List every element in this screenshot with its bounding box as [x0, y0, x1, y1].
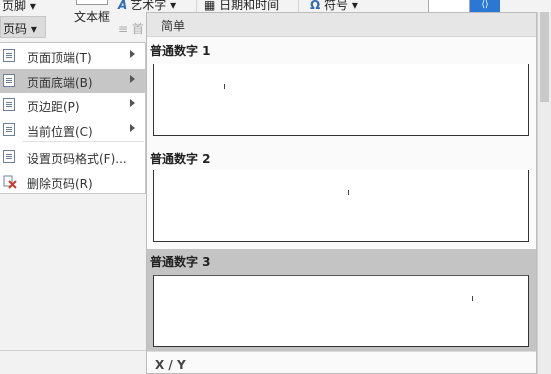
- textbox-button[interactable]: 文本框: [74, 8, 110, 25]
- menu-item-page-bottom[interactable]: 页面底端(B): [0, 69, 145, 93]
- menu-divider: [22, 141, 144, 142]
- calendar-icon: ▦: [204, 0, 216, 12]
- textbox-icon: [76, 0, 108, 5]
- footer-preview: [153, 170, 529, 242]
- gallery-header: 简单: [147, 13, 536, 37]
- format-page-number-icon: [3, 150, 15, 163]
- menu-item-page-top[interactable]: 页面顶端(T): [0, 44, 145, 68]
- submenu-arrow-icon: [130, 75, 135, 83]
- footer-preview: [153, 64, 529, 136]
- menu-item-delete-page-number[interactable]: 删除页码(R): [0, 170, 145, 194]
- gallery-header-label: 简单: [161, 19, 186, 33]
- art-text-icon: A: [118, 0, 128, 12]
- document-area: [0, 194, 146, 374]
- gallery-divider: [147, 351, 536, 352]
- date-time-label: 日期和时间: [219, 0, 280, 12]
- current-position-icon: [3, 123, 15, 136]
- menu-item-label: 页面顶端(T): [27, 51, 92, 65]
- page-number-gallery: 简单 普通数字 1 普通数字 2 普通数字 3 X / Y: [146, 12, 537, 374]
- scrollbar-thumb[interactable]: [540, 12, 549, 102]
- menu-item-label: 删除页码(R): [27, 177, 93, 191]
- footer-label: 页脚: [2, 0, 27, 13]
- gallery-option-label: 普通数字 2: [150, 152, 211, 166]
- symbol-label: 符号: [324, 0, 349, 12]
- page-bottom-icon: [3, 74, 15, 87]
- drop-cap-button[interactable]: ≡ 首: [118, 20, 144, 37]
- page-number-button[interactable]: 页码 ▾: [0, 16, 46, 38]
- omega-icon: Ω: [310, 0, 321, 12]
- submenu-arrow-icon: [130, 50, 135, 58]
- page-number-label: 页码: [3, 22, 28, 36]
- menu-item-label: 页边距(P): [27, 100, 80, 114]
- gallery-option-label: 普通数字 3: [150, 255, 211, 269]
- textbox-label: 文本框: [74, 10, 111, 24]
- menu-item-label: 当前位置(C): [27, 125, 93, 139]
- gallery-option-plain-number-1[interactable]: 普通数字 1: [147, 38, 536, 144]
- page-margin-icon: [3, 98, 15, 111]
- delete-page-number-icon: [3, 175, 17, 189]
- art-text-label: 艺术字: [130, 0, 167, 12]
- status-divider: [0, 350, 146, 351]
- submenu-arrow-icon: [130, 124, 135, 132]
- menu-item-page-margin[interactable]: 页边距(P): [0, 93, 145, 117]
- ribbon-accent-control[interactable]: ⟨⟩: [470, 0, 500, 12]
- gallery-option-plain-number-3[interactable]: 普通数字 3: [147, 249, 536, 351]
- gallery-option-plain-number-2[interactable]: 普通数字 2: [147, 146, 536, 252]
- submenu-arrow-icon: [130, 99, 135, 107]
- footer-preview: [153, 275, 529, 347]
- page-number-mark: [224, 84, 225, 89]
- drop-cap-label: 首: [131, 22, 144, 36]
- page-number-menu: 页面顶端(T) 页面底端(B) 页边距(P) 当前位置(C) 设置页码格式(F)…: [0, 42, 146, 194]
- menu-item-current-position[interactable]: 当前位置(C): [0, 118, 145, 142]
- page-number-mark: [472, 296, 473, 301]
- menu-item-label: 设置页码格式(F)...: [27, 152, 127, 166]
- menu-item-label: 页面底端(B): [27, 76, 93, 90]
- gallery-section-label: X / Y: [155, 358, 186, 372]
- menu-item-format-page-number[interactable]: 设置页码格式(F)...: [0, 145, 145, 169]
- page-number-mark: [348, 190, 349, 195]
- page-top-icon: [3, 49, 15, 62]
- gallery-option-label: 普通数字 1: [150, 44, 211, 58]
- gallery-scrollbar[interactable]: [537, 12, 551, 374]
- footer-button[interactable]: 页脚 ▾: [2, 0, 36, 14]
